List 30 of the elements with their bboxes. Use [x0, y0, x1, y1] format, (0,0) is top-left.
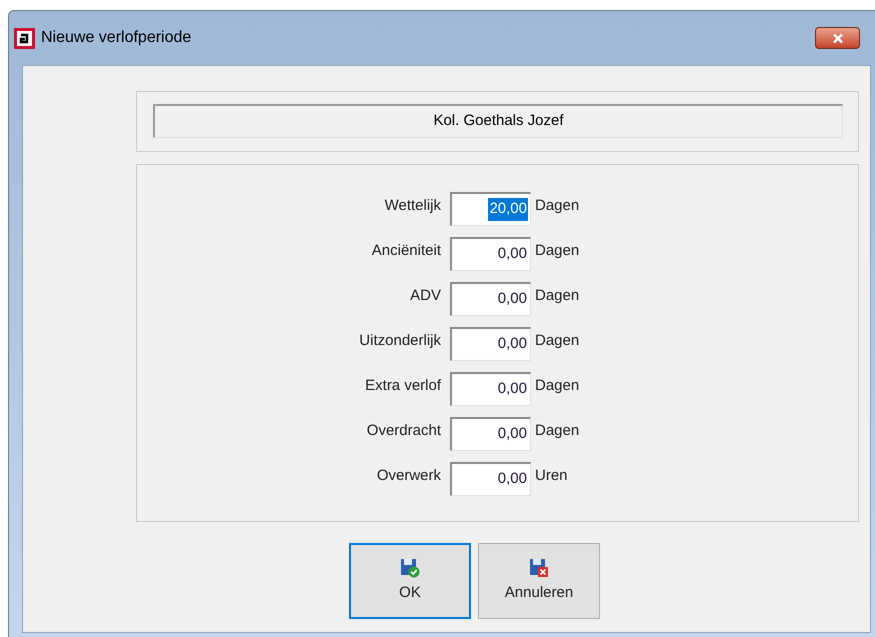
unit-label: Uren: [534, 466, 568, 486]
app-icon: [14, 28, 35, 48]
save-check-icon: [400, 558, 420, 578]
number-field[interactable]: 0,00: [450, 372, 531, 406]
unit-label: Dagen: [534, 240, 580, 261]
number-field[interactable]: 0,00: [450, 327, 531, 361]
close-icon: [832, 32, 844, 44]
close-button[interactable]: [815, 27, 860, 49]
field-label: Uitzonderlijk: [358, 330, 442, 351]
field-label: Overwerk: [376, 466, 442, 486]
ok-button[interactable]: OK: [349, 543, 471, 619]
field-label: Extra verlof: [364, 376, 442, 396]
number-field[interactable]: 0,00: [450, 462, 531, 496]
save-cross-icon: [529, 558, 549, 578]
number-field[interactable]: 0,00: [450, 237, 531, 271]
field-label: Wettelijk: [384, 196, 442, 216]
unit-label: Dagen: [534, 420, 580, 441]
unit-label: Dagen: [534, 376, 580, 396]
unit-label: Dagen: [534, 286, 580, 306]
cancel-button[interactable]: Annuleren: [478, 543, 600, 619]
field-label: ADV: [409, 286, 442, 306]
unit-label: Dagen: [534, 330, 580, 351]
field-label: Anciëniteit: [370, 240, 442, 261]
number-field[interactable]: 0,00: [450, 282, 531, 316]
window-title: Nieuwe verlofperiode: [41, 28, 192, 48]
number-field[interactable]: 0,00: [450, 417, 531, 451]
unit-label: Dagen: [534, 196, 580, 216]
field-label: Overdracht: [366, 420, 442, 441]
number-field[interactable]: 20,00: [450, 192, 531, 226]
employee-name: Kol. Goethals Jozef: [153, 104, 843, 138]
